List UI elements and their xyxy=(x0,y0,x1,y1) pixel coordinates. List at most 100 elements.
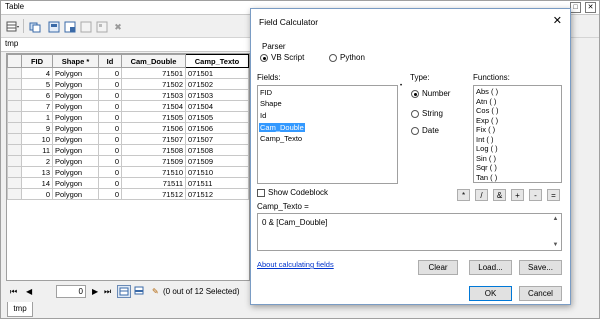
last-record-icon[interactable]: ⏭ xyxy=(104,287,111,297)
cell-camp-texto[interactable]: 071501 xyxy=(185,67,249,79)
select-by-attributes-button[interactable] xyxy=(46,19,62,35)
cell-fid[interactable]: 1 xyxy=(21,111,53,123)
cell-camp-texto[interactable]: 071512 xyxy=(185,188,249,200)
cell-camp-texto[interactable]: 071509 xyxy=(185,155,249,167)
operator-minus-button[interactable]: - xyxy=(529,189,542,201)
cell-fid[interactable]: 11 xyxy=(21,144,53,156)
cell-fid[interactable]: 14 xyxy=(21,177,53,189)
column-header-id[interactable]: Id xyxy=(98,54,122,68)
row-selector[interactable] xyxy=(7,133,22,145)
date-radio[interactable] xyxy=(411,127,419,135)
cell-id[interactable]: 0 xyxy=(98,188,122,200)
function-item-int[interactable]: Int ( ) xyxy=(476,135,494,144)
function-item-abs[interactable]: Abs ( ) xyxy=(476,87,498,96)
expression-scroll-down-icon[interactable]: ▼ xyxy=(551,241,560,249)
table-row[interactable]: 5 Polygon 0 71502 071502 xyxy=(7,78,249,90)
bottom-layer-tab[interactable]: tmp xyxy=(7,302,33,317)
switch-selection-button[interactable] xyxy=(62,19,78,35)
cell-id[interactable]: 0 xyxy=(98,177,122,189)
cell-cam-double[interactable]: 71508 xyxy=(121,144,186,156)
about-calculating-fields-link[interactable]: About calculating fields xyxy=(257,260,334,269)
cell-shape[interactable]: Polygon xyxy=(52,144,99,156)
cell-shape[interactable]: Polygon xyxy=(52,67,99,79)
column-header-cam-double[interactable]: Cam_Double xyxy=(121,54,186,68)
cell-fid[interactable]: 13 xyxy=(21,166,53,178)
cell-camp-texto[interactable]: 071508 xyxy=(185,144,249,156)
cell-camp-texto[interactable]: 071511 xyxy=(185,177,249,189)
first-record-icon[interactable]: ⏮ xyxy=(10,287,17,297)
table-row[interactable]: 14 Polygon 0 71511 071511 xyxy=(7,177,249,189)
cell-camp-texto[interactable]: 071507 xyxy=(185,133,249,145)
cell-cam-double[interactable]: 71501 xyxy=(121,67,186,79)
show-all-records-button[interactable] xyxy=(117,285,131,298)
cell-shape[interactable]: Polygon xyxy=(52,155,99,167)
cell-shape[interactable]: Polygon xyxy=(52,133,99,145)
cancel-button[interactable]: Cancel xyxy=(519,286,562,301)
related-tables-button[interactable] xyxy=(28,19,44,35)
operator-divide-button[interactable]: / xyxy=(475,189,488,201)
expression-input[interactable]: 0 & [Cam_Double] ▲ ▼ xyxy=(257,213,562,251)
dialog-close-icon[interactable]: ✕ xyxy=(553,14,562,27)
fields-list[interactable]: FID Shape Id Cam_Double Camp_Texto xyxy=(257,85,398,184)
operator-equals-button[interactable]: = xyxy=(547,189,560,201)
cell-shape[interactable]: Polygon xyxy=(52,166,99,178)
cell-shape[interactable]: Polygon xyxy=(52,111,99,123)
python-radio[interactable] xyxy=(329,54,337,62)
ok-button[interactable]: OK xyxy=(469,286,512,301)
cell-cam-double[interactable]: 71506 xyxy=(121,122,186,134)
cell-shape[interactable]: Polygon xyxy=(52,188,99,200)
function-item-tan[interactable]: Tan ( ) xyxy=(476,173,497,182)
string-radio[interactable] xyxy=(411,110,419,118)
close-table-button[interactable]: ✕ xyxy=(585,2,596,13)
row-selector[interactable] xyxy=(7,188,22,200)
cell-camp-texto[interactable]: 071502 xyxy=(185,78,249,90)
cell-fid[interactable]: 6 xyxy=(21,89,53,101)
next-record-icon[interactable]: ▶ xyxy=(92,287,98,296)
row-selector[interactable] xyxy=(7,67,22,79)
function-item-log[interactable]: Log ( ) xyxy=(476,144,498,153)
expression-scroll-up-icon[interactable]: ▲ xyxy=(551,215,560,223)
cell-id[interactable]: 0 xyxy=(98,67,122,79)
function-item-sin[interactable]: Sin ( ) xyxy=(476,154,496,163)
cell-camp-texto[interactable]: 071504 xyxy=(185,100,249,112)
cell-cam-double[interactable]: 71512 xyxy=(121,188,186,200)
table-row[interactable]: 7 Polygon 0 71504 071504 xyxy=(7,100,249,112)
cell-id[interactable]: 0 xyxy=(98,100,122,112)
field-item-shape[interactable]: Shape xyxy=(260,99,282,108)
row-selector[interactable] xyxy=(7,177,22,189)
cell-shape[interactable]: Polygon xyxy=(52,89,99,101)
cell-fid[interactable]: 4 xyxy=(21,67,53,79)
vbscript-radio[interactable] xyxy=(260,54,268,62)
clear-selection-button[interactable] xyxy=(78,19,94,35)
cell-id[interactable]: 0 xyxy=(98,133,122,145)
function-item-fix[interactable]: Fix ( ) xyxy=(476,125,495,134)
table-row[interactable]: 2 Polygon 0 71509 071509 xyxy=(7,155,249,167)
save-button[interactable]: Save... xyxy=(519,260,562,275)
row-selector[interactable] xyxy=(7,111,22,123)
table-row[interactable]: 6 Polygon 0 71503 071503 xyxy=(7,89,249,101)
function-item-atn[interactable]: Atn ( ) xyxy=(476,97,496,106)
row-selector[interactable] xyxy=(7,122,22,134)
cell-fid[interactable]: 2 xyxy=(21,155,53,167)
clear-button[interactable]: Clear xyxy=(418,260,458,275)
cell-id[interactable]: 0 xyxy=(98,89,122,101)
delete-selected-button[interactable]: ✖ xyxy=(110,19,126,35)
table-row[interactable]: 4 Polygon 0 71501 071501 xyxy=(7,67,249,79)
record-number-input[interactable]: 0 xyxy=(56,285,86,298)
column-header-camp-texto[interactable]: Camp_Texto xyxy=(185,54,249,68)
cell-camp-texto[interactable]: 071503 xyxy=(185,89,249,101)
column-header-shape[interactable]: Shape * xyxy=(52,54,99,68)
row-selector[interactable] xyxy=(7,100,22,112)
function-item-exp[interactable]: Exp ( ) xyxy=(476,116,498,125)
field-item-camp-texto[interactable]: Camp_Texto xyxy=(260,134,302,143)
maximize-button[interactable]: □ xyxy=(570,2,581,13)
cell-cam-double[interactable]: 71505 xyxy=(121,111,186,123)
cell-fid[interactable]: 10 xyxy=(21,133,53,145)
field-item-cam-double[interactable]: Cam_Double xyxy=(259,123,305,132)
cell-id[interactable]: 0 xyxy=(98,78,122,90)
cell-camp-texto[interactable]: 071510 xyxy=(185,166,249,178)
show-selected-records-button[interactable] xyxy=(133,285,147,298)
row-selector[interactable] xyxy=(7,78,22,90)
row-selector[interactable] xyxy=(7,144,22,156)
cell-id[interactable]: 0 xyxy=(98,155,122,167)
